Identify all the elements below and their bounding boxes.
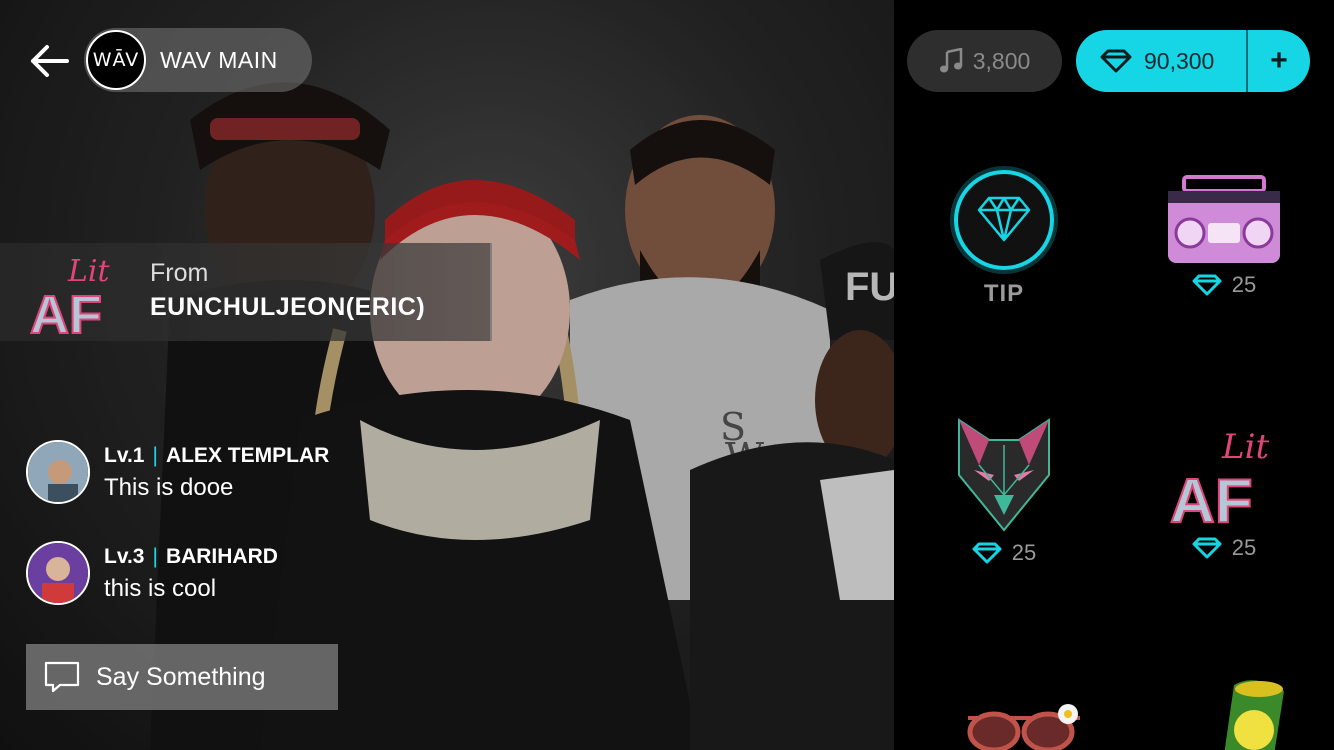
gift-boombox[interactable]: 25 bbox=[1144, 175, 1304, 298]
sticker-big-text: AF bbox=[1170, 467, 1253, 530]
username[interactable]: BARIHARD bbox=[166, 545, 278, 568]
channel-logo: WĀV bbox=[86, 30, 146, 90]
video-stream[interactable]: S W FU WĀV WAV MAIN Lit AF bbox=[0, 0, 894, 750]
chat-meta: Lv.3 | BARIHARD bbox=[104, 545, 278, 569]
lit-af-icon: Lit AF bbox=[1169, 427, 1269, 537]
separator: | bbox=[152, 545, 158, 568]
avatar[interactable] bbox=[26, 440, 90, 504]
gift-notification-banner: Lit AF From EUNCHULJEON(ERIC) bbox=[0, 243, 492, 346]
notes-amount: 3,800 bbox=[972, 47, 1031, 74]
channel-name: WAV MAIN bbox=[160, 46, 278, 73]
sticker-small-text: Lit bbox=[1221, 427, 1269, 467]
gems-amount: 90,300 bbox=[1144, 47, 1215, 74]
separator: | bbox=[152, 444, 158, 467]
diamond-icon bbox=[1192, 274, 1222, 296]
gift-price: 25 bbox=[1144, 535, 1304, 561]
chat-input-placeholder: Say Something bbox=[96, 662, 266, 691]
chat-input[interactable]: Say Something bbox=[26, 644, 338, 710]
speech-bubble-icon bbox=[44, 661, 80, 693]
gift-price: 25 bbox=[1144, 272, 1304, 298]
user-level: Lv.3 bbox=[104, 545, 145, 568]
gift-store-panel: 3,800 90,300 + TIP 25 25 Lit AF 25 bbox=[894, 0, 1334, 750]
lit-af-sticker: Lit AF bbox=[28, 249, 138, 346]
add-gems-button[interactable]: + bbox=[1248, 44, 1310, 78]
music-note-icon bbox=[939, 48, 962, 73]
price-value: 25 bbox=[1231, 272, 1257, 297]
gift-sunglasses[interactable] bbox=[944, 700, 1104, 750]
chat-message-text: This is dooe bbox=[104, 474, 234, 501]
back-button[interactable] bbox=[26, 38, 72, 84]
price-value: 25 bbox=[1231, 535, 1257, 560]
video-frame: S W FU bbox=[0, 0, 894, 750]
gift-soda-can[interactable] bbox=[1164, 675, 1324, 750]
banner-from-label: From bbox=[150, 259, 209, 287]
username[interactable]: ALEX TEMPLAR bbox=[166, 444, 329, 467]
chat-message-text: this is cool bbox=[104, 575, 217, 602]
banner-sender-name: EUNCHULJEON(ERIC) bbox=[150, 293, 426, 321]
price-value: 25 bbox=[1011, 540, 1037, 565]
sunglasses-icon bbox=[967, 704, 1080, 750]
tip-diamond-icon bbox=[950, 166, 1058, 274]
gift-price: 25 bbox=[924, 540, 1084, 566]
gems-balance[interactable]: 90,300 + bbox=[1076, 30, 1310, 92]
sticker-small-text: Lit bbox=[67, 254, 111, 289]
gems-amount-area: 90,300 bbox=[1076, 30, 1246, 92]
soda-can-icon bbox=[1224, 680, 1284, 750]
diamond-icon bbox=[1100, 49, 1132, 73]
back-arrow-icon bbox=[31, 45, 69, 77]
chat-meta: Lv.1 | ALEX TEMPLAR bbox=[104, 444, 329, 468]
gift-lit-af[interactable]: Lit AF 25 bbox=[1144, 420, 1304, 561]
diamond-icon bbox=[1192, 537, 1222, 559]
gift-wolf[interactable]: 25 bbox=[924, 415, 1084, 566]
wolf-icon bbox=[958, 418, 1050, 532]
boombox-icon bbox=[1168, 175, 1280, 263]
notes-balance[interactable]: 3,800 bbox=[907, 30, 1062, 92]
user-level: Lv.1 bbox=[104, 444, 145, 467]
tip-button[interactable]: TIP bbox=[924, 165, 1084, 308]
channel-button[interactable]: WĀV WAV MAIN bbox=[84, 28, 312, 92]
avatar[interactable] bbox=[26, 541, 90, 605]
tip-label: TIP bbox=[983, 280, 1025, 307]
sticker-big-text: AF bbox=[30, 285, 102, 339]
diamond-icon bbox=[972, 542, 1002, 564]
